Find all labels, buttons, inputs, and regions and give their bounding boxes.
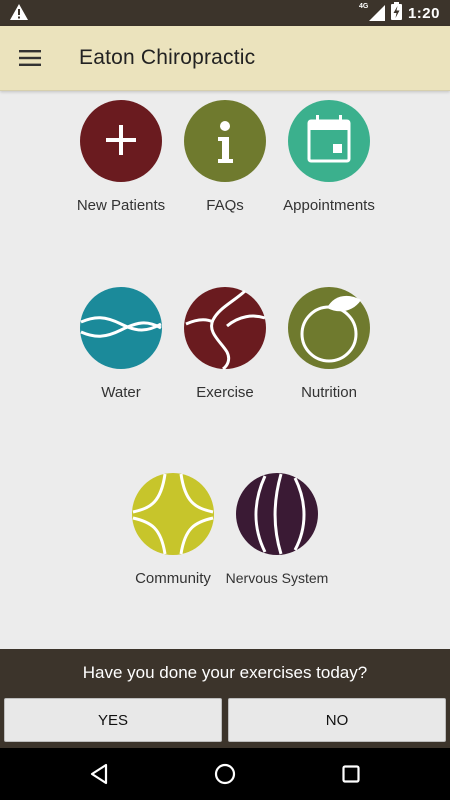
tile-label: Appointments bbox=[283, 197, 375, 214]
tile-label: Nervous System bbox=[225, 570, 329, 586]
tile-appointments[interactable]: Appointments bbox=[274, 99, 384, 214]
nutrition-leaf-icon bbox=[288, 287, 370, 369]
tile-nervous-system[interactable]: Nervous System bbox=[222, 472, 332, 586]
tile-label: FAQs bbox=[206, 197, 244, 214]
tile-new-patients[interactable]: New Patients bbox=[66, 99, 176, 214]
tile-community[interactable]: Community bbox=[118, 472, 228, 587]
prompt-question: Have you done your exercises today? bbox=[82, 663, 368, 682]
hamburger-menu-icon[interactable] bbox=[12, 40, 48, 76]
tile-label: New Patients bbox=[76, 197, 166, 214]
water-waves-icon bbox=[80, 287, 162, 369]
community-ball-icon bbox=[132, 473, 214, 555]
recents-icon[interactable] bbox=[336, 759, 366, 789]
clock: 1:20 bbox=[407, 4, 440, 22]
tile-label: Nutrition bbox=[301, 384, 357, 401]
tile-nutrition[interactable]: Nutrition bbox=[274, 286, 384, 401]
app-title: Eaton Chiropractic bbox=[79, 46, 256, 69]
signal-icon: 4G bbox=[359, 3, 385, 21]
tile-label: Water bbox=[101, 384, 141, 401]
info-icon bbox=[184, 100, 266, 182]
plus-icon bbox=[80, 100, 162, 182]
tile-label: Community bbox=[135, 570, 211, 587]
tile-exercise[interactable]: Exercise bbox=[170, 286, 280, 401]
tile-faqs[interactable]: FAQs bbox=[170, 99, 280, 214]
nervous-system-icon bbox=[236, 473, 318, 555]
warning-icon bbox=[10, 4, 28, 25]
status-bar: 4G 1:20 bbox=[0, 0, 450, 26]
status-icons: 4G 1:20 bbox=[359, 0, 440, 26]
tile-water[interactable]: Water bbox=[66, 286, 176, 401]
home-icon[interactable] bbox=[210, 759, 240, 789]
back-icon[interactable] bbox=[84, 759, 114, 789]
battery-charging-icon bbox=[390, 1, 402, 25]
exercise-ball-icon bbox=[184, 287, 266, 370]
network-type: 4G bbox=[358, 3, 369, 10]
tile-label: Exercise bbox=[196, 384, 254, 401]
no-button[interactable]: NO bbox=[228, 698, 446, 742]
app-bar: Eaton Chiropractic bbox=[0, 26, 450, 91]
calendar-icon bbox=[288, 100, 370, 182]
yes-button[interactable]: YES bbox=[4, 698, 222, 742]
exercise-prompt-bar: Have you done your exercises today? YES … bbox=[0, 649, 450, 748]
system-nav-bar bbox=[0, 748, 450, 800]
